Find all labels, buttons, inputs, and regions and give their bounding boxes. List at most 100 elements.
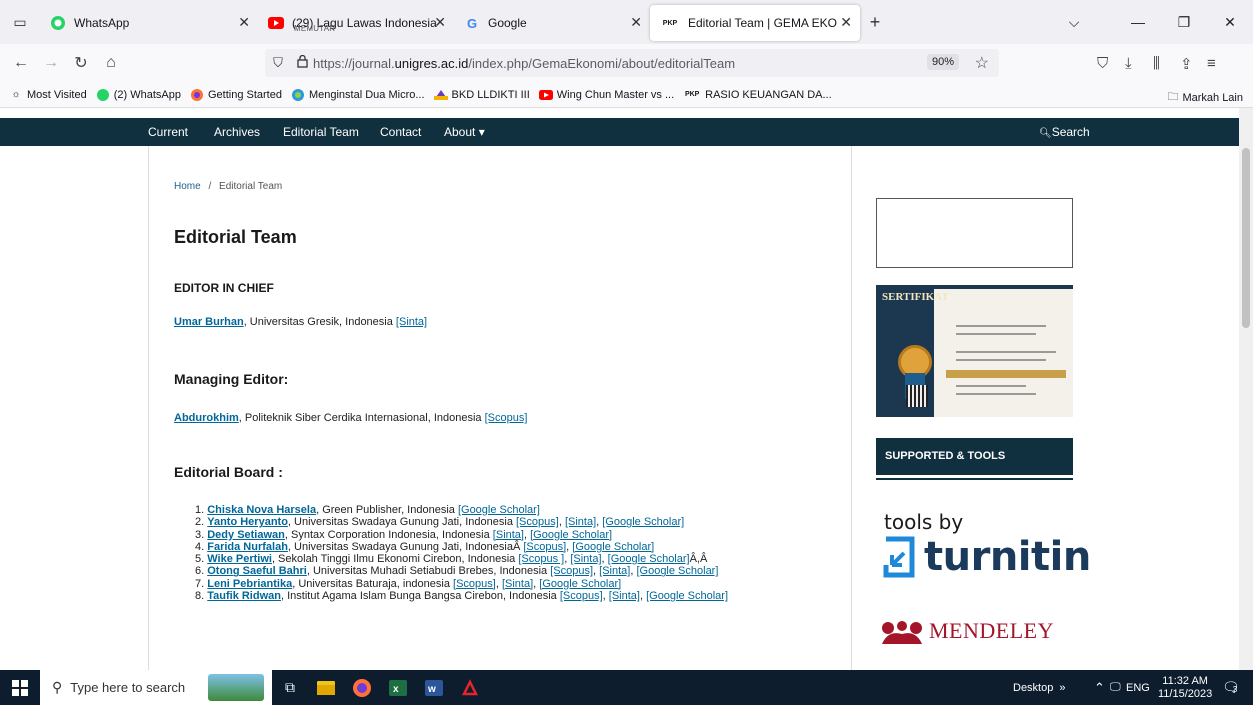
- profile-link[interactable]: [Scopus]: [516, 516, 559, 528]
- bookmark-whatsapp[interactable]: (2) WhatsApp: [96, 88, 181, 102]
- desktop-toolbar[interactable]: Desktop »: [1013, 670, 1065, 705]
- member-name-link[interactable]: Chiska Nova Harsela: [207, 504, 316, 516]
- nav-current[interactable]: Current: [148, 125, 188, 139]
- start-button[interactable]: [0, 670, 40, 705]
- member-name-link[interactable]: Yanto Heryanto: [207, 516, 288, 528]
- profile-link[interactable]: [Google Scholar]: [636, 565, 718, 577]
- reload-icon[interactable]: ↻: [66, 53, 96, 73]
- taskbar-search-box[interactable]: ⚲ Type here to search: [40, 670, 272, 705]
- profile-link[interactable]: [Google Scholar]: [608, 553, 690, 565]
- menu-icon[interactable]: ≡: [1207, 55, 1216, 72]
- pdf-reader-icon[interactable]: [452, 670, 488, 705]
- list-number: 7.: [195, 577, 208, 590]
- chevron-down-icon[interactable]: ⌵: [1051, 0, 1097, 44]
- member-name-link[interactable]: Wike Pertiwi: [207, 553, 272, 565]
- member-name-link[interactable]: Leni Pebriantika: [207, 578, 292, 590]
- search-link[interactable]: 🔍︎Search: [1039, 125, 1090, 139]
- restore-button[interactable]: ❐: [1161, 0, 1207, 44]
- new-tab-button[interactable]: +: [860, 12, 890, 33]
- editor-name-link[interactable]: Abdurokhim: [174, 412, 239, 424]
- url-text[interactable]: https://journal.unigres.ac.id/index.php/…: [313, 56, 735, 71]
- tab-google[interactable]: G Google ✕: [454, 5, 650, 41]
- shield-icon[interactable]: ⛉: [265, 55, 291, 71]
- member-name-link[interactable]: Taufik Ridwan: [207, 590, 281, 602]
- profile-link[interactable]: [Scopus]: [550, 565, 593, 577]
- member-name-link[interactable]: Otong Saeful Bahri: [207, 565, 307, 577]
- bookmark-menginstal[interactable]: Menginstal Dua Micro...: [291, 88, 425, 102]
- url-bar[interactable]: ⛉ https://journal.unigres.ac.id/index.ph…: [265, 49, 999, 77]
- bookmark-getting-started[interactable]: Getting Started: [190, 88, 282, 102]
- profile-link[interactable]: [Google Scholar]: [572, 541, 654, 553]
- nav-archives[interactable]: Archives: [214, 125, 260, 139]
- nav-contact[interactable]: Contact: [380, 125, 421, 139]
- bookmark-rasio[interactable]: PKP RASIO KEUANGAN DA...: [683, 88, 832, 102]
- minimize-button[interactable]: —: [1115, 0, 1161, 44]
- bookmark-star-icon[interactable]: ☆: [975, 53, 989, 73]
- tab-list-icon[interactable]: ▭: [0, 0, 40, 44]
- trailing-text: Â,Â: [689, 553, 708, 566]
- task-view-icon[interactable]: ⧉: [272, 670, 308, 705]
- forward-icon[interactable]: →: [36, 54, 66, 72]
- close-icon[interactable]: ✕: [630, 14, 642, 31]
- profile-link[interactable]: [Google Scholar]: [539, 578, 621, 590]
- extensions-icon[interactable]: ⇪: [1180, 55, 1193, 73]
- window-close-button[interactable]: ✕: [1207, 0, 1253, 44]
- zoom-level[interactable]: 90%: [926, 54, 959, 70]
- close-icon[interactable]: ✕: [840, 14, 852, 31]
- close-icon[interactable]: ✕: [434, 14, 446, 31]
- other-bookmarks[interactable]: 🗀 Markah Lain: [1167, 88, 1243, 107]
- nav-editorial-team[interactable]: Editorial Team: [283, 125, 359, 139]
- excel-icon[interactable]: x: [380, 670, 416, 705]
- tab-youtube[interactable]: (29) Lagu Lawas Indonesia Terb MEMUTAR ✕: [258, 5, 454, 41]
- profile-link[interactable]: [Google Scholar]: [458, 504, 540, 516]
- certificate-image[interactable]: SERTIFIKAT: [876, 285, 1073, 417]
- firefox-icon[interactable]: [344, 670, 380, 705]
- bookmark-label: Most Visited: [27, 88, 87, 101]
- back-icon[interactable]: ←: [6, 54, 36, 72]
- affiliation-text: , Politeknik Siber Cerdika Internasional…: [238, 412, 485, 424]
- network-icon[interactable]: 🖵: [1110, 670, 1121, 705]
- certificate-banner: [946, 370, 1066, 378]
- bookmark-bkd[interactable]: BKD LLDIKTI III: [433, 88, 530, 102]
- member-name-link[interactable]: Farida Nurfalah: [207, 541, 288, 553]
- profile-link[interactable]: [Sinta]: [599, 565, 630, 577]
- chevron-up-icon[interactable]: ⌃: [1094, 670, 1105, 705]
- page-scrollbar[interactable]: [1239, 108, 1253, 670]
- word-icon[interactable]: w: [416, 670, 452, 705]
- file-explorer-icon[interactable]: [308, 670, 344, 705]
- clock[interactable]: 11:32 AM 11/15/2023: [1158, 670, 1212, 705]
- profile-link[interactable]: [Sinta]: [570, 553, 601, 565]
- download-icon[interactable]: ⤓: [1125, 55, 1132, 72]
- pocket-icon[interactable]: ⛉: [1097, 55, 1108, 72]
- nav-about[interactable]: About ▾: [444, 125, 485, 139]
- library-icon[interactable]: ⫼: [1153, 55, 1160, 72]
- profile-link[interactable]: [Sinta]: [502, 578, 533, 590]
- profile-link[interactable]: [Google Scholar]: [646, 590, 728, 602]
- profile-link[interactable]: [Sinta]: [493, 529, 524, 541]
- profile-link[interactable]: [Scopus]: [523, 541, 566, 553]
- tab-whatsapp[interactable]: WhatsApp ✕: [40, 5, 258, 41]
- tab-editorial-team[interactable]: PKP Editorial Team | GEMA EKONOM ✕: [650, 5, 860, 41]
- bookmark-most-visited[interactable]: ☼ Most Visited: [9, 88, 87, 102]
- profile-link[interactable]: [Sinta]: [565, 516, 596, 528]
- profile-link[interactable]: [Sinta]: [609, 590, 640, 602]
- scroll-thumb[interactable]: [1242, 148, 1250, 328]
- member-name-link[interactable]: Dedy Setiawan: [207, 529, 285, 541]
- home-icon[interactable]: ⌂: [96, 54, 126, 72]
- breadcrumb-home[interactable]: Home: [174, 181, 201, 192]
- sinta-link[interactable]: [Sinta]: [396, 316, 427, 328]
- profile-link[interactable]: [Google Scholar]: [530, 529, 612, 541]
- turnitin-logo[interactable]: turnitin: [882, 534, 1091, 580]
- profile-link[interactable]: [Scopus]: [453, 578, 496, 590]
- close-icon[interactable]: ✕: [238, 14, 250, 31]
- scopus-link[interactable]: [Scopus]: [485, 412, 528, 424]
- notification-icon[interactable]: 🗨 3: [1222, 670, 1240, 705]
- mendeley-logo[interactable]: MENDELEY: [880, 618, 1054, 644]
- editor-name-link[interactable]: Umar Burhan: [174, 316, 244, 328]
- language-indicator[interactable]: ENG: [1126, 670, 1150, 705]
- profile-link[interactable]: [Scopus]: [560, 590, 603, 602]
- profile-link[interactable]: [Google Scholar]: [602, 516, 684, 528]
- profile-link[interactable]: [Scopus ]: [518, 553, 564, 565]
- lock-icon[interactable]: [291, 54, 313, 71]
- bookmark-wing-chun[interactable]: Wing Chun Master vs ...: [538, 88, 674, 102]
